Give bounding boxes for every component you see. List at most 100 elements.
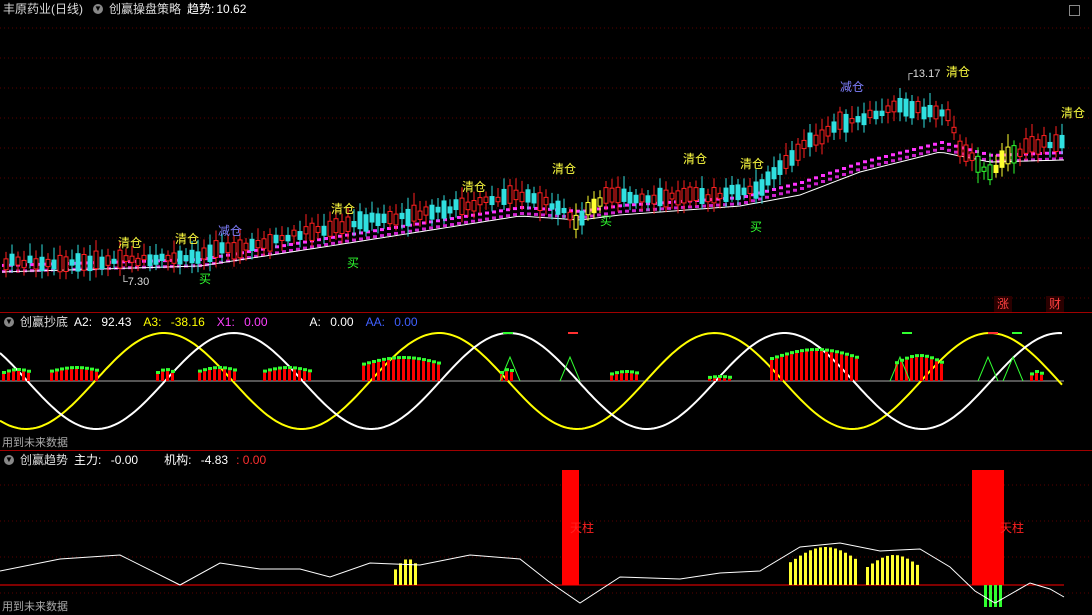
red-bar <box>615 374 618 381</box>
candle-body <box>879 110 885 117</box>
band-dash <box>947 148 951 152</box>
x1-label: X1: 0.00 <box>217 313 274 331</box>
trend-panel[interactable]: ▼ 创赢趋势 主力: -0.00 机构: -4.83 : 0.00 天柱 天柱 … <box>0 451 1092 615</box>
yellow-bar <box>906 558 909 585</box>
green-cap <box>635 371 639 375</box>
candle-body <box>57 254 63 273</box>
green-cap <box>1030 372 1034 376</box>
green-cap <box>268 368 272 372</box>
main-force-value: -0.00 <box>110 453 139 467</box>
candle-body <box>1035 139 1041 155</box>
band-dash <box>814 182 818 186</box>
green-cap <box>910 355 914 359</box>
band-dash <box>898 157 902 161</box>
green-cap <box>723 375 727 379</box>
bottom-finder-title[interactable]: 创赢抄底 <box>20 313 68 331</box>
price-panel[interactable]: 丰原药业 (日线) ▼ 创赢操盘策略 趋势: 10.62 └7.30 ┌13.1… <box>0 0 1092 312</box>
candle-body <box>963 144 969 162</box>
yellow-bar <box>881 557 884 585</box>
green-cap <box>308 369 312 373</box>
signal-label: 清仓 <box>683 152 708 166</box>
a-key: A: <box>309 315 321 329</box>
red-bar <box>367 364 370 381</box>
red-bar <box>392 359 395 381</box>
candle-body <box>801 139 807 150</box>
close-icon[interactable] <box>1069 5 1080 16</box>
green-cap <box>263 369 267 373</box>
red-bar <box>437 364 440 381</box>
red-bar <box>790 354 793 381</box>
red-bar <box>161 371 164 381</box>
green-bar <box>999 585 1002 607</box>
band-dash <box>366 236 370 240</box>
yellow-bar <box>844 552 847 585</box>
red-bar <box>718 378 721 381</box>
candle-body <box>177 250 183 265</box>
candle-body <box>447 206 453 214</box>
green-cap <box>840 351 844 355</box>
trend-chart[interactable] <box>0 451 1092 615</box>
chevron-down-icon[interactable]: ▼ <box>93 4 104 14</box>
signal-label: 清仓 <box>331 202 356 216</box>
candle-body <box>789 150 795 166</box>
chevron-down-icon[interactable]: ▼ <box>4 317 14 327</box>
green-cap <box>233 368 237 372</box>
yellow-bar <box>799 555 802 585</box>
candle-body <box>975 155 981 173</box>
band-dash <box>835 175 839 179</box>
red-bar <box>785 355 788 381</box>
band-dash <box>814 176 818 180</box>
red-bar <box>835 353 838 381</box>
red-bar <box>713 378 716 381</box>
green-cap <box>303 368 307 372</box>
green-cap <box>510 369 514 373</box>
strategy-name[interactable]: 创赢操盘策略 <box>109 0 181 18</box>
green-cap <box>85 366 89 370</box>
band-dash <box>450 217 454 221</box>
green-cap <box>377 358 381 362</box>
green-cap <box>805 348 809 352</box>
trend-title[interactable]: 创赢趋势 <box>20 451 68 469</box>
red-bar <box>775 358 778 381</box>
main-force-line <box>0 542 1065 604</box>
rise-badge[interactable]: 涨 <box>994 296 1012 312</box>
red-bar <box>432 363 435 381</box>
finance-badge[interactable]: 财 <box>1046 296 1064 312</box>
candle-body <box>723 187 729 202</box>
candle-body <box>33 258 39 270</box>
band-dash <box>436 225 440 229</box>
green-cap <box>80 366 84 370</box>
candle-body <box>759 179 765 196</box>
bottom-finder-panel[interactable]: ▼ 创赢抄底 A2: 92.43 A3: -38.16 X1: 0.00 A: … <box>0 313 1092 450</box>
candle-body <box>1053 134 1059 152</box>
band-dash <box>317 244 321 248</box>
band-dash <box>485 217 489 221</box>
a2-key: A2: <box>74 315 93 329</box>
candle-body <box>345 216 351 232</box>
x1-key: X1: <box>216 315 235 329</box>
signal-label: 清仓 <box>462 180 487 194</box>
price-low-prefix: └ <box>120 276 128 288</box>
candle-body <box>795 143 801 161</box>
candlestick-chart[interactable] <box>0 0 1092 312</box>
band-dash <box>877 156 881 160</box>
green-cap <box>780 353 784 357</box>
candle-body <box>579 210 585 226</box>
oscillator-chart[interactable] <box>0 313 1092 450</box>
candle-body <box>387 210 393 225</box>
candle-body <box>465 201 471 211</box>
red-bar <box>298 370 301 381</box>
band-dash <box>422 221 426 225</box>
chevron-down-icon[interactable]: ▼ <box>4 455 14 465</box>
band-dash <box>429 226 433 230</box>
candle-body <box>669 192 675 200</box>
period-label: (日线) <box>51 2 84 16</box>
candle-body <box>219 242 225 254</box>
green-cap <box>387 357 391 361</box>
candle-body <box>99 256 105 270</box>
red-bar <box>930 359 933 381</box>
band-dash <box>835 169 839 173</box>
candle-body <box>729 184 735 195</box>
price-high-value: 13.17 <box>912 68 941 80</box>
green-cap <box>55 368 59 372</box>
